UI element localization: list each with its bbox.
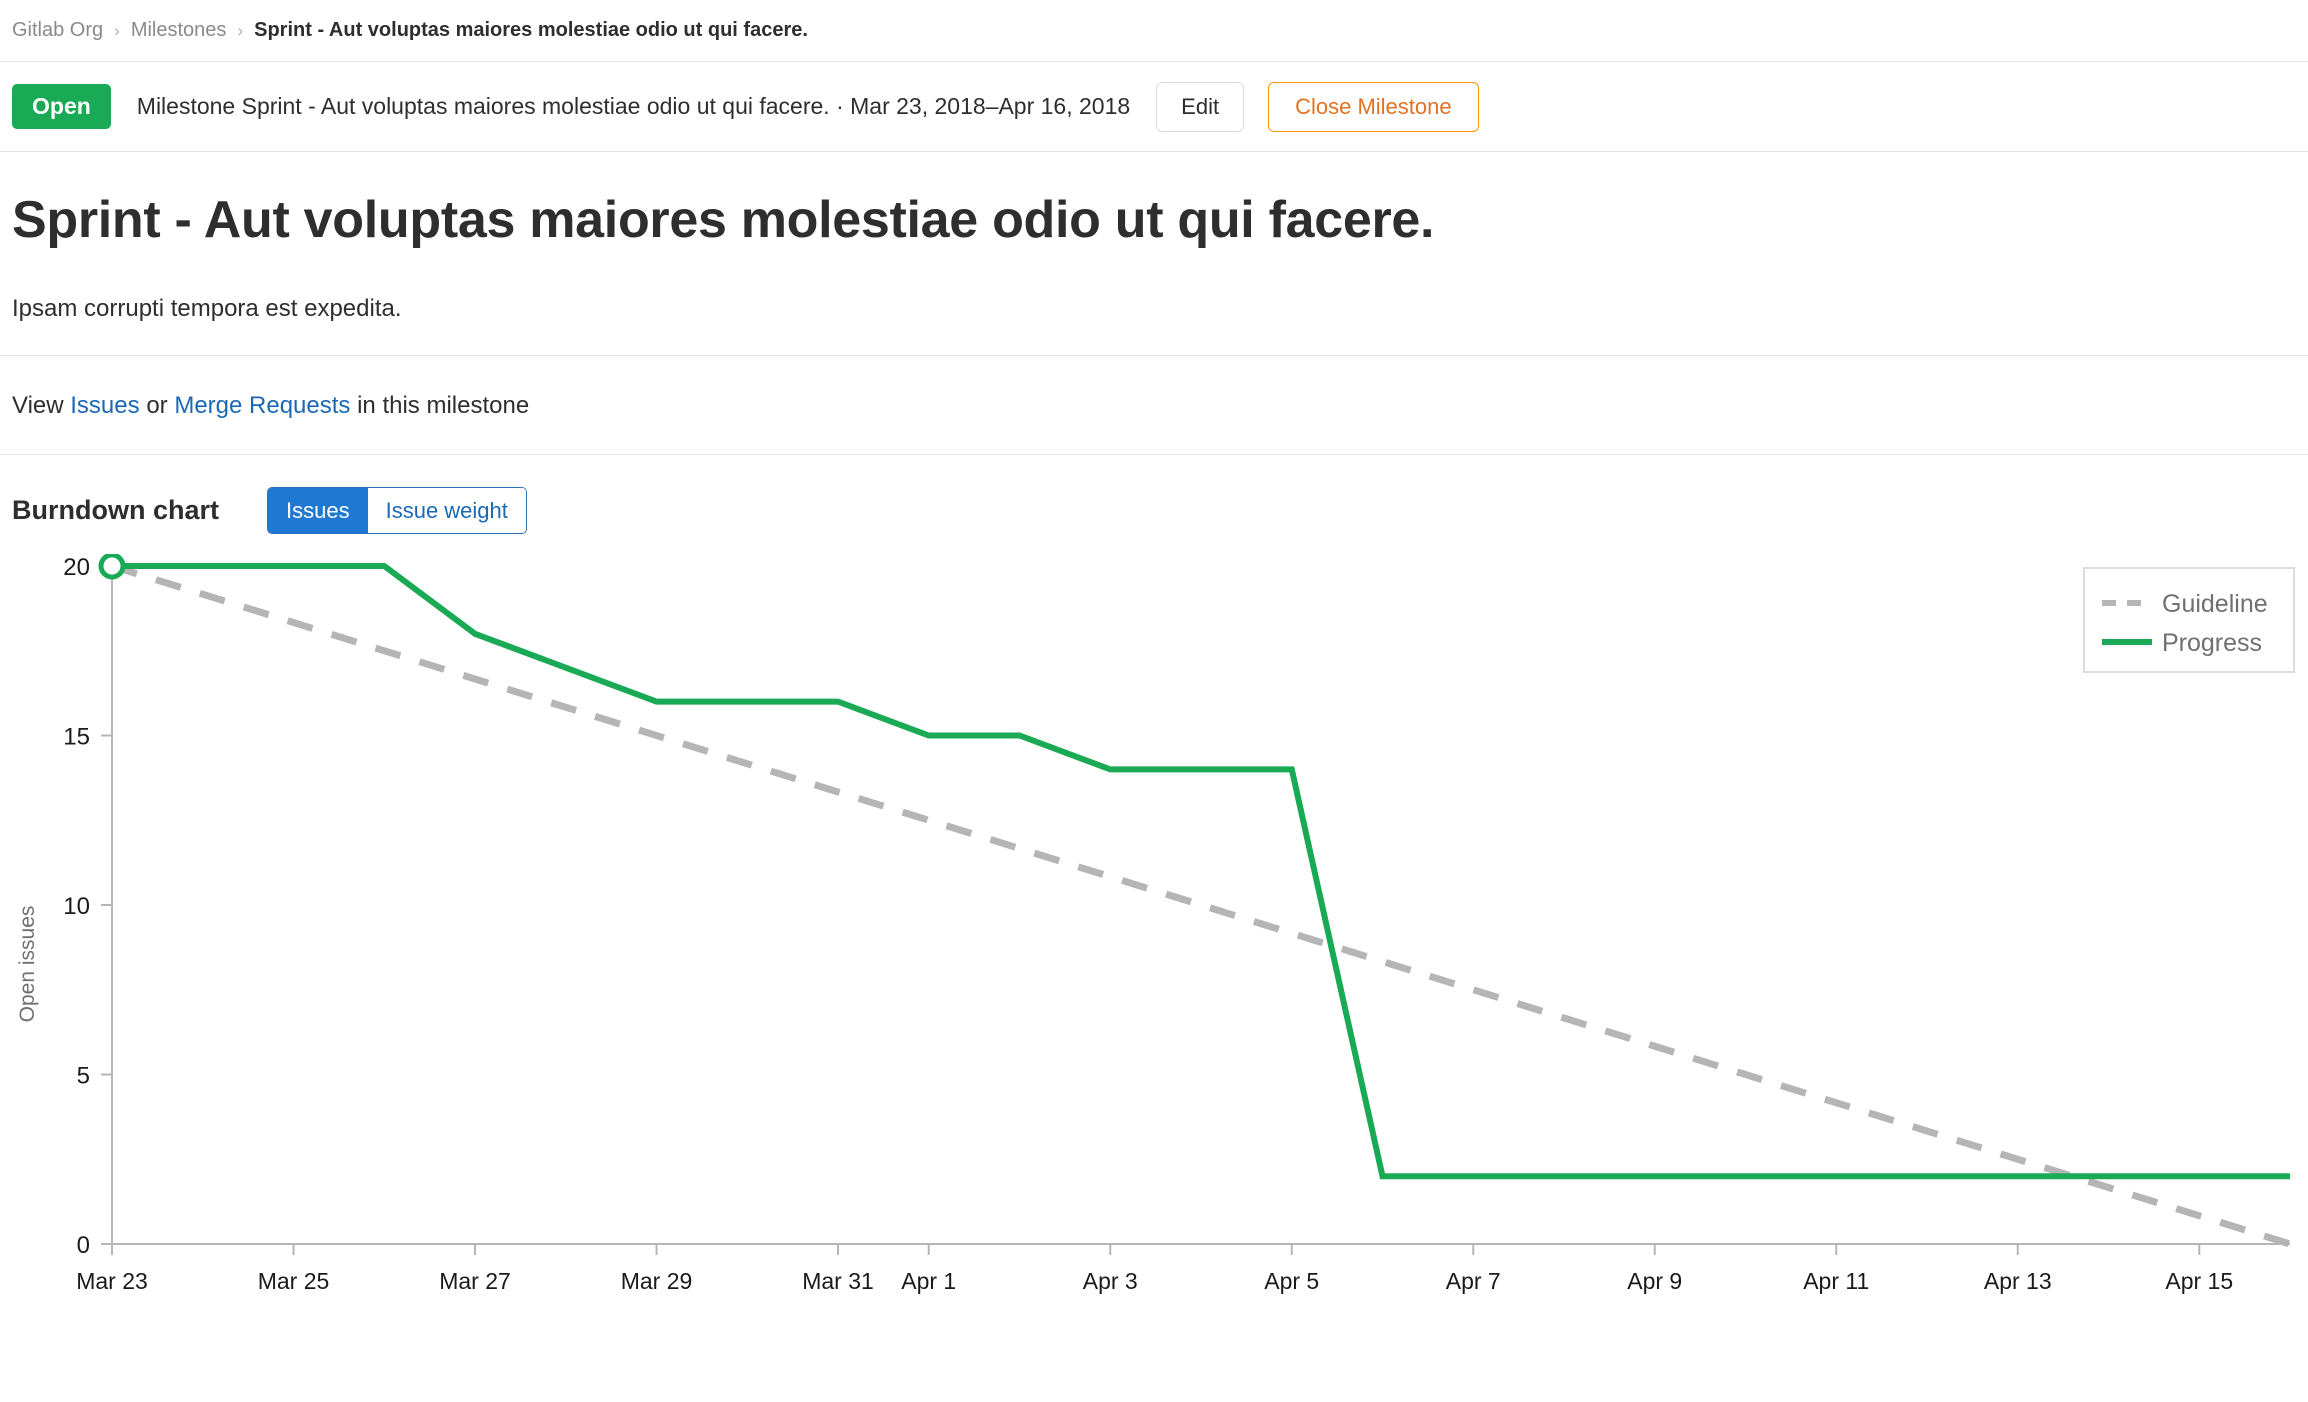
x-axis-tick-label: Apr 9: [1627, 1268, 1682, 1294]
chart-legend: Guideline Progress: [2083, 567, 2295, 674]
y-axis-tick-label: 0: [77, 1232, 90, 1259]
legend-label-progress: Progress: [2162, 629, 2262, 657]
close-milestone-button[interactable]: Close Milestone: [1268, 81, 1479, 132]
y-axis-ticks: 0 5 10 15 20: [63, 554, 112, 1259]
x-axis-tick-label: Apr 15: [2165, 1268, 2233, 1294]
x-axis-tick-label: Apr 3: [1083, 1268, 1138, 1294]
milestone-status-text: Milestone Sprint - Aut voluptas maiores …: [136, 93, 1131, 119]
x-axis-tick-label: Apr 13: [1984, 1268, 2052, 1294]
breadcrumb-separator-icon: ›: [237, 20, 244, 40]
burndown-chart-svg: Open issues 05101520 Mar 23 Mar 25 Mar 27 M…: [16, 554, 2295, 1294]
view-conjunction-label: or: [146, 392, 168, 419]
breadcrumb-separator-icon: ›: [114, 20, 120, 40]
y-axis-tick-label: 5: [77, 1063, 90, 1090]
merge-requests-link[interactable]: Merge Requests: [174, 392, 350, 419]
x-axis-tick-label: Mar 23: [76, 1268, 148, 1294]
x-axis-tick-label: Apr 11: [1803, 1268, 1869, 1294]
y-axis-tick-label: 10: [63, 893, 90, 920]
milestone-header: Sprint - Aut voluptas maiores molestiae …: [0, 152, 2308, 356]
status-badge: Open: [12, 84, 111, 129]
x-axis-tick-label: Apr 7: [1446, 1268, 1501, 1294]
breadcrumb-milestones-link[interactable]: Milestones: [131, 19, 227, 42]
toggle-issues-button[interactable]: Issues: [268, 488, 368, 534]
issues-link[interactable]: Issues: [70, 392, 139, 419]
burndown-header: Burndown chart Issues Issue weight: [0, 455, 2308, 554]
view-suffix-label: in this milestone: [357, 392, 530, 419]
breadcrumb: Gitlab Org › Milestones › Sprint - Aut v…: [0, 0, 2308, 62]
y-axis-label: Open issues: [16, 906, 39, 1023]
y-axis-tick-label: 20: [63, 554, 90, 581]
x-axis-tick-label: Apr 1: [901, 1268, 956, 1294]
x-axis-tick-label: Apr 5: [1264, 1268, 1319, 1294]
milestone-page: Gitlab Org › Milestones › Sprint - Aut v…: [0, 0, 2308, 1402]
milestone-status-bar: Open Milestone Sprint - Aut voluptas mai…: [0, 62, 2308, 152]
toggle-issue-weight-button[interactable]: Issue weight: [367, 488, 526, 534]
x-axis-tick-label: Mar 29: [621, 1268, 693, 1294]
view-links-row: View Issues or Merge Requests in this mi…: [0, 356, 2308, 455]
x-axis-tick-label: Mar 31: [802, 1268, 874, 1294]
page-title: Sprint - Aut voluptas maiores molestiae …: [12, 191, 1435, 249]
legend-label-guideline: Guideline: [2162, 590, 2268, 618]
breadcrumb-current: Sprint - Aut voluptas maiores molestiae …: [254, 19, 808, 41]
breadcrumb-org-link[interactable]: Gitlab Org: [12, 19, 103, 42]
burndown-chart-title: Burndown chart: [12, 495, 219, 526]
x-axis-ticks: Mar 23 Mar 25 Mar 27 Mar 29 Mar 31 Apr 1 Apr 3…: [76, 1244, 2233, 1294]
guideline-series-line: [110, 562, 2292, 1248]
progress-series-line: [112, 563, 2290, 1180]
edit-button[interactable]: Edit: [1156, 81, 1245, 132]
x-axis-tick-label: Mar 27: [439, 1268, 511, 1294]
x-axis-tick-label: Mar 25: [258, 1268, 330, 1294]
view-prefix-label: View: [12, 392, 64, 419]
burndown-toggle-group: Issues Issue weight: [267, 487, 527, 535]
burndown-chart: Open issues 0 5 10 15 20 Mar 23 Mar 25 Mar 27 M…: [0, 554, 2308, 1294]
progress-start-marker: [98, 554, 126, 580]
milestone-description: Ipsam corrupti tempora est expedita.: [12, 295, 402, 322]
y-axis-tick-label: 15: [63, 724, 90, 751]
